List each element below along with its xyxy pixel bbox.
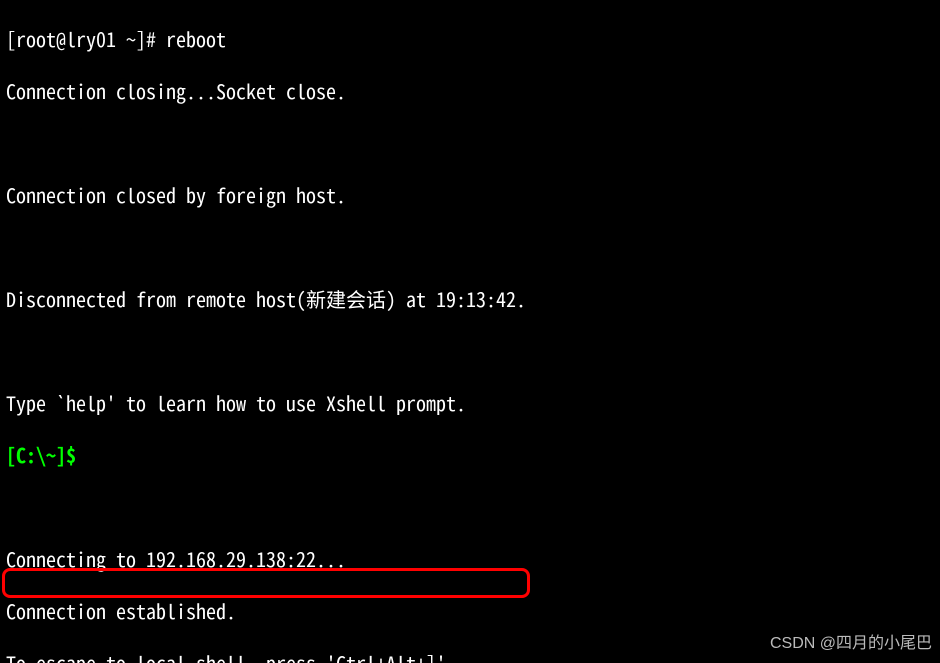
line-help: Type `help' to learn how to use Xshell p…	[6, 390, 934, 416]
blank-line	[6, 130, 934, 156]
line-conn-closing: Connection closing...Socket close.	[6, 78, 934, 104]
line-prompt-reboot: [root@lry01 ~]# reboot	[6, 26, 934, 52]
shell-prompt: [root@lry01 ~]#	[6, 24, 166, 53]
line-established: Connection established.	[6, 598, 934, 624]
disconnected-cn: 新建会话	[306, 284, 386, 313]
blank-line	[6, 494, 934, 520]
cmd-reboot: reboot	[166, 24, 226, 53]
line-conn-closed: Connection closed by foreign host.	[6, 182, 934, 208]
line-local-prompt: [C:\~]$	[6, 442, 934, 468]
line-connecting: Connecting to 192.168.29.138:22...	[6, 546, 934, 572]
terminal-output[interactable]: [root@lry01 ~]# reboot Connection closin…	[0, 0, 940, 663]
blank-line	[6, 338, 934, 364]
disconnected-pre: Disconnected from remote host(	[6, 284, 306, 313]
blank-line	[6, 234, 934, 260]
line-escape: To escape to local shell, press 'Ctrl+Al…	[6, 650, 934, 663]
disconnected-post: ) at 19:13:42.	[386, 284, 526, 313]
line-disconnected: Disconnected from remote host(新建会话) at 1…	[6, 286, 934, 312]
local-prompt: [C:\~]$	[6, 440, 86, 469]
